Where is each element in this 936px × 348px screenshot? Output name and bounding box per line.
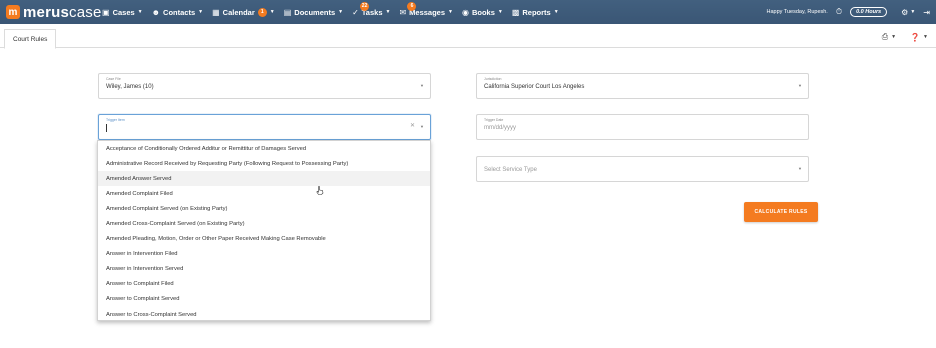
briefcase-icon: ▣ [102,7,110,17]
dropdown-option[interactable]: Answer in Intervention Served [98,262,430,277]
chevron-down-icon: ▼ [420,83,424,88]
logo-text: meruscase [23,3,102,21]
user-area: Happy Tuesday, Rupesh. ⏱ 0.0 Hours ⚙ ▼ ⇥ [766,0,930,24]
page-tools: ⎙ ▼ ❓ ▼ [882,32,928,42]
tasks-icon: ✓ [352,7,359,17]
trigger-item-label: Trigger Item [106,118,125,122]
nav-contacts[interactable]: ☻ Contacts ▼ [152,8,203,17]
reports-icon: ▩ [511,7,520,17]
trigger-item-dropdown[interactable]: Acceptance of Conditionally Ordered Addi… [97,140,431,321]
dropdown-option[interactable]: Answer to Complaint Filed [98,277,430,292]
tasks-badge: 22 [360,1,370,11]
dropdown-option[interactable]: Answer to Cross-Complaint Served [98,307,430,320]
stopwatch-icon[interactable]: ⏱ [836,7,842,17]
chevron-down-icon: ▼ [497,9,503,15]
hand-pointer-icon [316,186,324,195]
dropdown-option[interactable]: Amended Complaint Served (on Existing Pa… [98,201,430,216]
main-nav: ▣ Cases ▼ ☻ Contacts ▼ ▦ Calendar 1 ▼ ▤ … [102,0,568,24]
case-file-label: Case File [106,77,121,81]
books-icon: ◉ [461,7,469,17]
clear-icon[interactable]: ✕ [410,122,415,129]
top-nav-bar: m meruscase ▣ Cases ▼ ☻ Contacts ▼ ▦ Cal… [0,0,936,24]
messages-icon: ✉ [399,7,407,17]
dropdown-option[interactable]: Answer to Complaint Served [98,292,430,307]
timer-badge[interactable]: 0.0 Hours [850,7,888,17]
service-type-select[interactable]: Select Service Type ▼ [476,156,809,182]
text-cursor [106,124,107,132]
chevron-down-icon[interactable]: ▼ [923,34,928,40]
print-icon[interactable]: ⎙ [882,32,888,42]
chevron-down-icon: ▼ [385,9,391,15]
chevron-down-icon: ▼ [198,9,204,15]
service-type-placeholder: Select Service Type [484,167,537,173]
logout-icon[interactable]: ⇥ [923,8,930,17]
nav-books[interactable]: ◉ Books ▼ [462,8,503,17]
chevron-down-icon: ▼ [553,9,559,15]
jurisdiction-value: California Superior Court Los Angeles [484,84,585,90]
gear-icon[interactable]: ⚙ [901,8,908,17]
help-icon[interactable]: ❓ [910,33,920,42]
case-file-select[interactable]: Case File Wiley, James (10) ▼ [98,73,431,99]
nav-reports[interactable]: ▩ Reports ▼ [512,8,559,17]
dropdown-option[interactable]: Amended Complaint Filed [98,186,430,201]
logo-mark: m [6,5,20,19]
chevron-down-icon[interactable]: ▼ [910,9,915,15]
trigger-date-input[interactable]: Trigger Date mm/dd/yyyy [476,114,809,140]
trigger-item-input[interactable]: Trigger Item ✕ ▼ [98,114,431,140]
messages-badge: 6 [407,1,417,11]
chevron-down-icon: ▼ [798,83,802,88]
dropdown-option[interactable]: Amended Answer Served [98,171,430,187]
nav-tasks[interactable]: 22 ✓ Tasks ▼ [352,1,391,17]
tab-strip: Court Rules ⎙ ▼ ❓ ▼ [0,24,936,49]
nav-messages[interactable]: 6 ✉ Messages ▼ [399,1,453,17]
dropdown-option[interactable]: Acceptance of Conditionally Ordered Addi… [98,141,430,156]
trigger-date-placeholder: mm/dd/yyyy [484,125,517,131]
nav-calendar[interactable]: ▦ Calendar 1 ▼ [212,7,275,17]
chevron-down-icon: ▼ [798,166,802,171]
tab-court-rules[interactable]: Court Rules [4,29,57,49]
dropdown-option[interactable]: Amended Cross-Complaint Served (on Exist… [98,216,430,231]
chevron-down-icon[interactable]: ▼ [891,34,896,40]
nav-documents[interactable]: ▤ Documents ▼ [284,8,343,17]
nav-cases[interactable]: ▣ Cases ▼ [102,8,143,17]
case-file-value: Wiley, James (10) [106,84,154,90]
dropdown-option[interactable]: Amended Pleading, Motion, Order or Other… [98,232,430,247]
chevron-down-icon: ▼ [137,9,143,15]
jurisdiction-select[interactable]: Jurisdiction California Superior Court L… [476,73,809,99]
dropdown-option[interactable]: Answer in Intervention Filed [98,247,430,262]
calculate-rules-button[interactable]: CALCULATE RULES [744,202,818,222]
jurisdiction-label: Jurisdiction [484,77,502,81]
chevron-down-icon: ▼ [338,9,344,15]
dropdown-option[interactable]: Administrative Record Received by Reques… [98,156,430,171]
calendar-icon: ▦ [212,7,220,17]
contacts-icon: ☻ [151,7,161,17]
trigger-date-label: Trigger Date [484,118,504,122]
chevron-down-icon: ▼ [269,9,275,15]
calendar-badge: 1 [257,7,267,17]
chevron-down-icon: ▼ [448,9,453,15]
greeting-text: Happy Tuesday, Rupesh. [766,9,828,15]
documents-icon: ▤ [283,7,292,17]
merus-logo[interactable]: m meruscase [0,0,102,24]
chevron-down-icon[interactable]: ▼ [420,124,424,129]
